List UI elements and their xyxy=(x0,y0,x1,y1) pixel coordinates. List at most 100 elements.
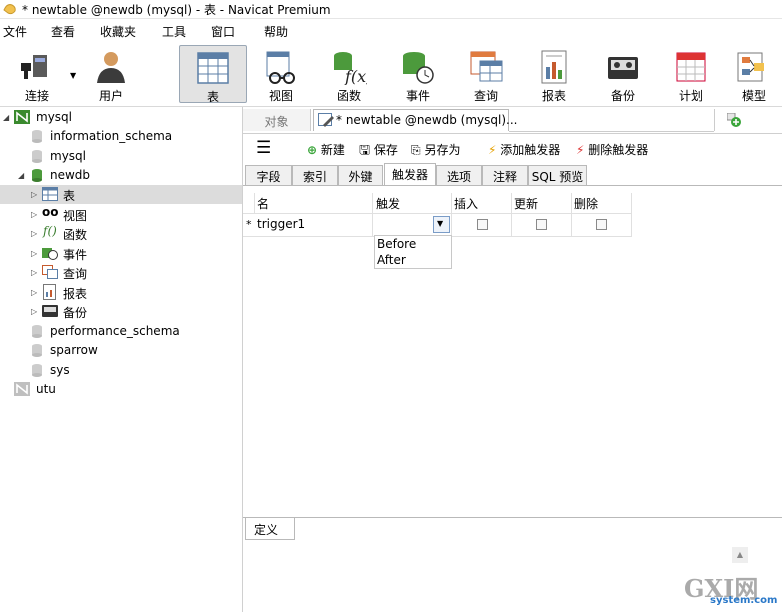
new-button[interactable]: ⊕ 新建 xyxy=(307,141,345,158)
add-trigger-icon: ⚡ xyxy=(488,143,497,157)
caret-down-icon[interactable]: ◢ xyxy=(3,113,9,122)
tab-newtable-editor[interactable]: * newtable @newdb (mysql)... xyxy=(313,109,517,131)
event-icon xyxy=(42,248,58,260)
tree-obj-backups[interactable]: ▷ 备份 xyxy=(0,302,242,321)
tab-options[interactable]: 选项 xyxy=(436,165,482,185)
tree-db-sys[interactable]: sys xyxy=(0,361,242,380)
tree-label: information_schema xyxy=(50,129,173,143)
backup-label: 备份 xyxy=(610,89,635,103)
tree-db-performance-schema[interactable]: performance_schema xyxy=(0,322,242,341)
tree-db-mysql[interactable]: mysql xyxy=(0,147,242,166)
tree-obj-reports[interactable]: ▷ 报表 xyxy=(0,283,242,302)
user-label: 用户 xyxy=(98,89,123,103)
tree-obj-tables[interactable]: ▷ 表 xyxy=(0,185,242,204)
add-trigger-button[interactable]: ⚡ 添加触发器 xyxy=(488,141,560,158)
query-button[interactable]: 查询 xyxy=(453,45,519,103)
window-title: * newtable @newdb (mysql) - 表 - Navicat … xyxy=(22,3,331,17)
divider xyxy=(243,517,782,518)
option-after[interactable]: After xyxy=(377,253,406,267)
caret-right-icon[interactable]: ▷ xyxy=(31,210,37,219)
caret-down-icon[interactable]: ◢ xyxy=(18,171,24,180)
tree-label: 函数 xyxy=(63,228,88,242)
report-button[interactable]: 报表 xyxy=(521,45,587,103)
tab-indexes[interactable]: 索引 xyxy=(292,165,338,185)
caret-right-icon[interactable]: ▷ xyxy=(31,288,37,297)
menu-tools[interactable]: 工具 xyxy=(162,23,186,40)
tree-label: 报表 xyxy=(63,287,88,301)
definition-editor[interactable] xyxy=(245,540,748,612)
schedule-icon xyxy=(676,52,706,82)
menu-favorites[interactable]: 收藏夹 xyxy=(100,23,136,40)
tree-db-newdb[interactable]: ◢ newdb xyxy=(0,166,242,185)
tree-connection-utu[interactable]: utu xyxy=(0,380,242,399)
schedule-label: 计划 xyxy=(678,89,703,103)
grid-line xyxy=(572,214,632,236)
caret-right-icon[interactable]: ▷ xyxy=(31,190,37,199)
schedule-button[interactable]: 计划 xyxy=(658,45,724,103)
user-button[interactable]: 用户 xyxy=(78,45,144,103)
tab-foreign-keys[interactable]: 外键 xyxy=(338,165,383,185)
tree-connection-mysql[interactable]: ◢ mysql xyxy=(0,108,242,127)
tree-label: 事件 xyxy=(63,248,88,262)
tab-sql-preview[interactable]: SQL 预览 xyxy=(528,165,587,185)
save-as-label: 另存为 xyxy=(424,143,461,157)
database-icon xyxy=(32,364,42,377)
fire-dropdown-button[interactable]: ▼ xyxy=(433,216,450,233)
grid-line xyxy=(512,193,572,213)
tree-obj-queries[interactable]: ▷ 查询 xyxy=(0,263,242,282)
tab-comments[interactable]: 注释 xyxy=(482,165,528,185)
save-button[interactable]: 🖫 保存 xyxy=(359,141,398,163)
tree-db-sparrow[interactable]: sparrow xyxy=(0,341,242,360)
caret-right-icon[interactable]: ▷ xyxy=(31,307,37,316)
model-icon xyxy=(737,52,764,82)
delete-trigger-button[interactable]: ⚡ 删除触发器 xyxy=(576,141,648,158)
tab-fields[interactable]: 字段 xyxy=(245,165,292,185)
new-tab-icon[interactable] xyxy=(727,113,741,127)
view-button[interactable]: 视图 xyxy=(248,45,314,103)
menu-help[interactable]: 帮助 xyxy=(264,23,288,40)
scroll-up-icon[interactable]: ▲ xyxy=(732,547,748,563)
table-row[interactable]: * trigger1 ▼ xyxy=(243,213,632,237)
caret-right-icon[interactable]: ▷ xyxy=(31,268,37,277)
watermark-logo: GXI网 system.com xyxy=(684,569,777,609)
backup-icon xyxy=(608,57,638,79)
chevron-down-icon[interactable]: ▼ xyxy=(70,71,76,80)
fire-dropdown-list: Before After xyxy=(374,235,452,269)
function-button[interactable]: f(x) 函数 xyxy=(316,45,382,103)
menu-window[interactable]: 窗口 xyxy=(211,23,235,40)
grid-line xyxy=(255,214,373,236)
user-icon xyxy=(97,52,125,83)
menu-view[interactable]: 查看 xyxy=(51,23,75,40)
grid-line xyxy=(452,214,512,236)
save-as-button[interactable]: ⎘ 另存为 xyxy=(411,141,460,158)
tree-obj-events[interactable]: ▷ 事件 xyxy=(0,244,242,263)
grid-line xyxy=(243,193,255,213)
query-icon xyxy=(42,265,58,279)
tab-objects[interactable]: 对象 xyxy=(243,109,311,131)
connect-button[interactable]: ▼ 连接 xyxy=(4,45,76,103)
trigger-grid-header: 名 触发 插入 更新 删除 xyxy=(243,193,632,213)
caret-right-icon[interactable]: ▷ xyxy=(31,249,37,258)
database-icon xyxy=(32,344,42,357)
hamburger-menu-icon[interactable]: ☰ xyxy=(256,138,271,158)
menu-file[interactable]: 文件 xyxy=(3,23,27,40)
caret-right-icon[interactable]: ▷ xyxy=(31,229,37,238)
tree-label: sys xyxy=(50,363,70,377)
backup-button[interactable]: 备份 xyxy=(590,45,656,103)
tab-definition[interactable]: 定义 xyxy=(245,518,295,540)
delete-trigger-icon: ⚡ xyxy=(576,143,585,157)
event-button[interactable]: 事件 xyxy=(385,45,451,103)
tree-obj-functions[interactable]: ▷ f() 函数 xyxy=(0,224,242,243)
tree-label: sparrow xyxy=(50,343,98,357)
table-label: 表 xyxy=(206,90,219,104)
option-before[interactable]: Before xyxy=(377,237,416,251)
tab-triggers[interactable]: 触发器 xyxy=(384,163,436,185)
tree-obj-views[interactable]: ▷ oo 视图 xyxy=(0,205,242,224)
database-icon xyxy=(32,325,42,338)
model-button[interactable]: 模型 xyxy=(726,45,782,103)
tab-editor-label: * newtable @newdb (mysql)... xyxy=(336,113,518,127)
tree-label: mysql xyxy=(36,110,72,124)
tree-db-information-schema[interactable]: information_schema xyxy=(0,127,242,146)
table-button[interactable]: 表 xyxy=(179,45,247,104)
add-trigger-label: 添加触发器 xyxy=(500,143,561,157)
